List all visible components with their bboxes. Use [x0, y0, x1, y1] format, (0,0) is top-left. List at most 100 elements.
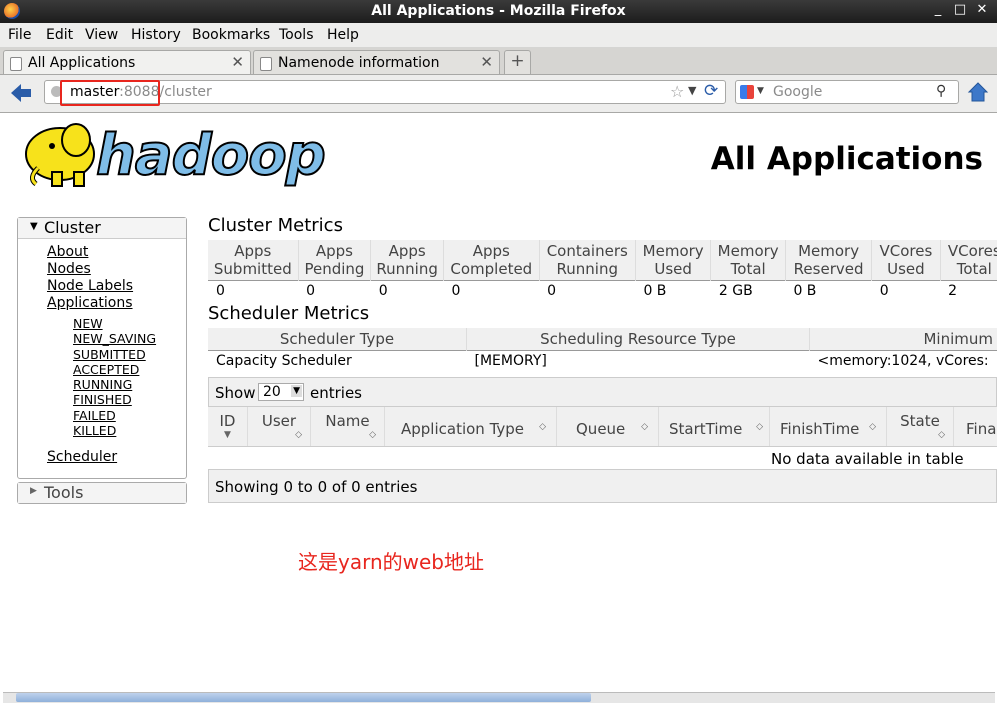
minimize-icon[interactable]: _ [928, 2, 948, 17]
scheduler-header: Scheduler Type [208, 328, 467, 350]
caret-down-icon: ▼ [30, 221, 38, 232]
new-tab-button[interactable]: + [504, 50, 531, 74]
cluster-panel-title: Cluster [44, 218, 101, 237]
state-link-failed[interactable]: FAILED [73, 408, 116, 423]
google-icon[interactable] [740, 85, 754, 99]
sidebar-link-about[interactable]: About [47, 244, 88, 260]
state-link-new-saving[interactable]: NEW_SAVING [73, 331, 156, 346]
metric-header: ContainersRunning [539, 240, 635, 280]
scheduler-metrics-title: Scheduler Metrics [208, 303, 369, 324]
column-header-start-time[interactable]: StartTime◇ [659, 407, 770, 446]
tab-label: Namenode information [278, 55, 440, 71]
annotation-text: 这是yarn的web地址 [298, 546, 484, 575]
state-link-finished[interactable]: FINISHED [73, 392, 132, 407]
tools-panel-title: Tools [44, 483, 83, 502]
cluster-metrics-title: Cluster Metrics [208, 215, 343, 236]
scheduler-header: Scheduling Resource Type [467, 328, 810, 350]
sort-icon: ◇ [248, 430, 310, 440]
metric-value: 2 [940, 280, 997, 302]
reload-icon[interactable]: ⟳ [704, 81, 718, 101]
caret-right-icon: ▶ [30, 486, 37, 496]
column-header-final-status[interactable]: Fina [954, 407, 997, 446]
column-header-id[interactable]: ID▼ [208, 407, 248, 446]
show-label: Show [215, 384, 255, 402]
page-icon [10, 57, 22, 71]
url-bar[interactable]: master:8088/cluster ☆ ▼ ⟳ [44, 80, 726, 104]
window-title: All Applications - Mozilla Firefox [0, 3, 997, 19]
search-bar[interactable]: ▼ Google ⚲ [735, 80, 959, 104]
scrollbar-thumb[interactable] [16, 693, 591, 702]
menu-history[interactable]: History [131, 27, 181, 43]
cluster-metrics-table: AppsSubmitted AppsPending AppsRunning Ap… [208, 240, 997, 302]
column-header-finish-time[interactable]: FinishTime◇ [770, 407, 887, 446]
metric-header: AppsPending [298, 240, 371, 280]
tab-all-applications[interactable]: All Applications ✕ [3, 50, 251, 74]
search-input[interactable]: Google [773, 84, 822, 100]
menu-bookmarks[interactable]: Bookmarks [192, 27, 270, 43]
scheduler-value: Capacity Scheduler [208, 350, 467, 372]
home-icon[interactable] [967, 81, 989, 103]
tools-panel-header[interactable]: ▶ Tools [18, 483, 186, 503]
state-link-accepted[interactable]: ACCEPTED [73, 362, 139, 377]
tools-panel: ▶ Tools [17, 482, 187, 504]
metric-header: MemoryUsed [635, 240, 710, 280]
state-link-new[interactable]: NEW [73, 316, 103, 331]
sidebar-link-scheduler[interactable]: Scheduler [47, 449, 117, 465]
menu-file[interactable]: File [8, 27, 31, 43]
metric-value: 0 [444, 280, 540, 302]
url-highlight-box [60, 80, 160, 106]
scheduler-value: [MEMORY] [467, 350, 810, 372]
url-dropdown-icon[interactable]: ▼ [688, 84, 696, 97]
column-header-queue[interactable]: Queue◇ [557, 407, 659, 446]
apps-table-toolbar: Show 20 ▼ entries [208, 377, 997, 407]
metric-value: 0 [539, 280, 635, 302]
menu-tools[interactable]: Tools [279, 27, 314, 43]
back-arrow-icon[interactable] [10, 83, 32, 103]
entries-info: Showing 0 to 0 of 0 entries [215, 478, 417, 496]
metric-value: 0 [872, 280, 940, 302]
metric-value: 0 B [635, 280, 710, 302]
menu-view[interactable]: View [85, 27, 118, 43]
state-link-submitted[interactable]: SUBMITTED [73, 347, 146, 362]
select-arrow-icon: ▼ [291, 385, 302, 397]
cluster-panel-header[interactable]: ▼ Cluster [18, 218, 186, 239]
sidebar-link-applications[interactable]: Applications [47, 295, 133, 311]
column-header-user[interactable]: User◇ [248, 407, 311, 446]
metric-value: 0 [298, 280, 371, 302]
maximize-icon[interactable]: □ [950, 2, 970, 17]
entries-label: entries [310, 384, 362, 402]
menu-help[interactable]: Help [327, 27, 359, 43]
tab-namenode-information[interactable]: Namenode information ✕ [253, 50, 500, 74]
page-icon [260, 57, 272, 71]
close-tab-icon[interactable]: ✕ [231, 53, 244, 71]
metric-value: 0 [208, 280, 298, 302]
hadoop-logo: hadoop [18, 118, 318, 196]
state-link-killed[interactable]: KILLED [73, 423, 116, 438]
cluster-panel: ▼ Cluster About Nodes Node Labels Applic… [17, 217, 187, 479]
sort-icon: ◇ [869, 422, 876, 432]
metric-header: AppsCompleted [444, 240, 540, 280]
menu-edit[interactable]: Edit [46, 27, 73, 43]
column-header-name[interactable]: Name◇ [311, 407, 385, 446]
bookmark-star-icon[interactable]: ☆ [670, 82, 684, 101]
search-engine-dropdown-icon[interactable]: ▼ [757, 86, 764, 96]
cluster-metrics-table-wrap: AppsSubmitted AppsPending AppsRunning Ap… [208, 240, 997, 302]
metric-value: 0 B [785, 280, 871, 302]
column-header-application-type[interactable]: Application Type◇ [385, 407, 557, 446]
search-binoculars-icon[interactable]: ⚲ [936, 83, 946, 99]
sidebar-link-nodes[interactable]: Nodes [47, 261, 91, 277]
column-header-state[interactable]: State◇ [887, 407, 954, 446]
sort-icon: ◇ [539, 422, 546, 432]
close-window-icon[interactable]: ✕ [972, 2, 992, 17]
tab-label: All Applications [28, 55, 135, 71]
navigation-bar: master:8088/cluster ☆ ▼ ⟳ ▼ Google ⚲ [0, 75, 997, 113]
metric-header: AppsSubmitted [208, 240, 298, 280]
scheduler-value: <memory:1024, vCores: [810, 350, 997, 372]
sidebar-link-node-labels[interactable]: Node Labels [47, 278, 133, 294]
tab-bar: All Applications ✕ Namenode information … [0, 48, 997, 75]
state-link-running[interactable]: RUNNING [73, 377, 132, 392]
page-size-select[interactable]: 20 ▼ [258, 383, 304, 401]
sort-icon: ▼ [208, 430, 247, 440]
sort-icon: ◇ [641, 422, 648, 432]
close-tab-icon[interactable]: ✕ [480, 53, 493, 71]
